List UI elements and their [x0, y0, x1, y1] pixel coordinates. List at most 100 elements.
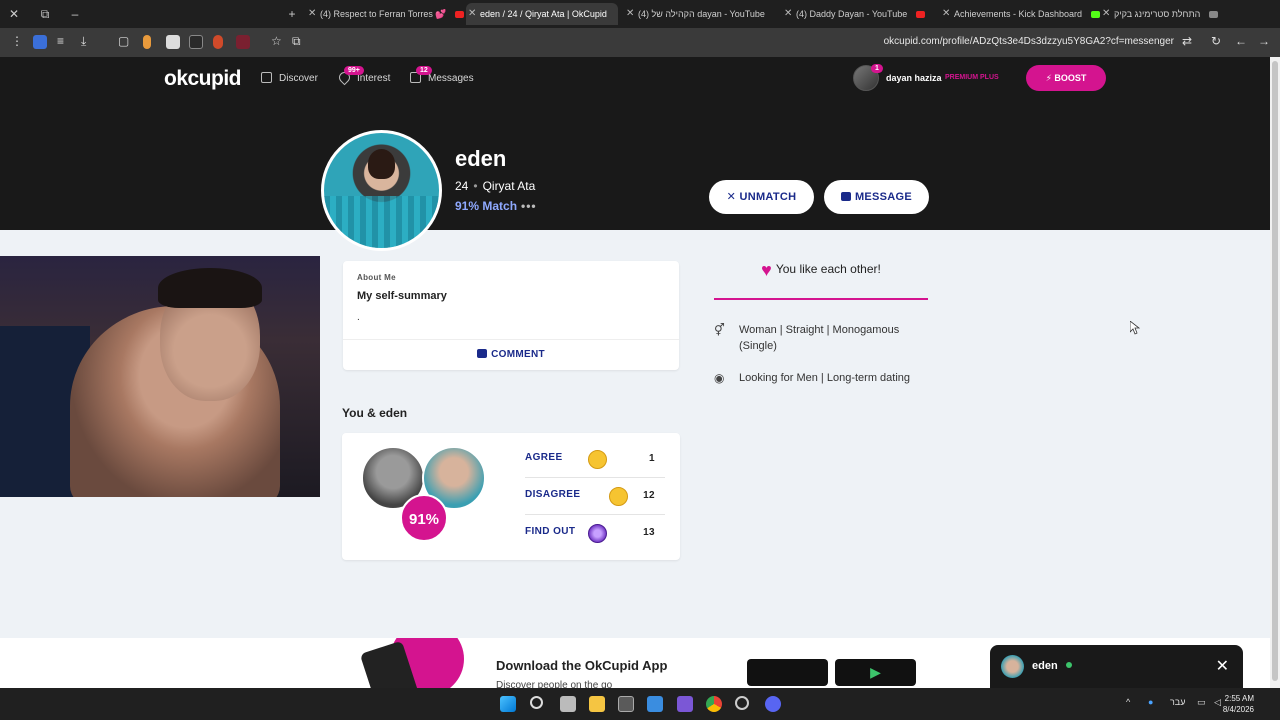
match-percentage: 91% Match ••• [455, 199, 537, 213]
agree-row[interactable]: AGREE 1 [525, 450, 665, 469]
crystal-ball-icon [588, 524, 607, 543]
boost-button[interactable]: ⚡ BOOST [1026, 65, 1106, 91]
back-icon[interactable]: ← [1235, 34, 1247, 48]
input-language[interactable]: עבר [1170, 697, 1185, 707]
search-icon[interactable] [530, 696, 543, 709]
find-out-label: FIND OUT [525, 526, 576, 537]
mouse-cursor-icon [1130, 321, 1140, 335]
tab-close-icon[interactable]: ✕ [308, 3, 316, 25]
find-out-row[interactable]: FIND OUT 13 [525, 524, 665, 543]
disagree-row[interactable]: DISAGREE 12 [525, 487, 665, 506]
discover-icon [261, 72, 272, 83]
gender-icon: ⚥ [714, 323, 725, 337]
reload-icon[interactable]: ↻ [1211, 34, 1221, 48]
tray-chevron-icon[interactable]: ^ [1126, 697, 1130, 707]
page-scrollbar[interactable] [1270, 57, 1280, 688]
more-options-icon[interactable]: ••• [521, 199, 537, 213]
profile-location: Qiryat Ata [482, 179, 536, 193]
chat-popup[interactable]: eden ✕ [990, 645, 1243, 688]
tab-close-icon[interactable]: ✕ [1102, 3, 1110, 25]
heart-icon: ♥ [761, 260, 772, 280]
restore-icon[interactable]: ⧉ [37, 6, 53, 22]
close-window-icon[interactable]: ✕ [6, 6, 22, 22]
compare-card: 91% AGREE 1 DISAGREE 12 FIND OUT 13 [342, 433, 680, 560]
tab-search-icon[interactable]: ⧉ [292, 34, 301, 49]
tab-close-icon[interactable]: ✕ [626, 3, 634, 25]
unmatch-button[interactable]: ✕ UNMATCH [709, 180, 814, 214]
youtube-icon [455, 11, 464, 19]
tab-close-icon[interactable]: ✕ [468, 3, 476, 25]
online-status-icon [1066, 662, 1072, 668]
list-icon[interactable]: ≡ [57, 34, 64, 48]
photo-background [324, 196, 439, 248]
puzzle-icon[interactable]: ▢ [118, 34, 129, 48]
new-tab-icon[interactable]: + [284, 6, 300, 22]
store-icon[interactable] [618, 696, 634, 712]
clock-time: 2:55 AM [1224, 694, 1254, 703]
extension-icon[interactable] [236, 35, 250, 49]
webcam-overlay [0, 256, 320, 497]
nav-discover[interactable]: Discover [261, 72, 318, 84]
scrollbar-thumb[interactable] [1272, 61, 1278, 681]
unmatch-label: UNMATCH [739, 191, 797, 203]
app-icon[interactable] [735, 696, 749, 710]
comment-button[interactable]: COMMENT [343, 349, 679, 360]
agree-label: AGREE [525, 452, 563, 463]
tab-label: (4) Respect to Ferran Torres 💕 [320, 9, 447, 19]
extension-icon[interactable] [143, 35, 151, 49]
disagree-label: DISAGREE [525, 489, 581, 500]
streamer-hair [158, 268, 262, 308]
profile-age: 24 [455, 179, 469, 193]
identity-detail: ⚥ Woman | Straight | Monogamous (Single) [714, 322, 934, 356]
okcupid-logo[interactable]: okcupid [164, 67, 242, 91]
app-store-button[interactable] [747, 659, 828, 686]
tab-okcupid-eden[interactable]: ✕ eden / 24 / Qiryat Ata | OkCupid [466, 3, 618, 25]
chat-name: eden [1032, 660, 1058, 672]
nav-label: Interest [357, 73, 391, 84]
download-icon[interactable]: ⤓ [81, 34, 86, 49]
agree-count: 1 [649, 453, 655, 464]
divider [343, 339, 679, 340]
menu-dots-icon[interactable]: ⋮ [11, 34, 23, 48]
url-text[interactable]: okcupid.com/profile/ADzQts3e4Ds3dzzyu5Y8… [884, 36, 1174, 47]
windows-start-icon[interactable] [500, 696, 516, 712]
message-button[interactable]: MESSAGE [824, 180, 929, 214]
tab-daddy-dayan[interactable]: ✕ (4) Daddy Dayan - YouTube [782, 3, 932, 25]
tab-respect-ferran[interactable]: ✕ (4) Respect to Ferran Torres 💕 [306, 3, 464, 25]
chat-icon [840, 192, 851, 201]
extension-icon[interactable] [166, 35, 180, 49]
google-play-button[interactable]: ▶ [835, 659, 916, 686]
identity-text: Woman | Straight | Monogamous (Single) [739, 324, 900, 352]
profile-photo[interactable] [321, 130, 442, 251]
network-icon[interactable]: ▭ [1197, 697, 1206, 708]
forward-icon[interactable]: → [1258, 34, 1270, 48]
message-label: MESSAGE [854, 191, 913, 203]
chrome-icon[interactable] [706, 696, 722, 712]
close-chat-icon[interactable]: ✕ [1216, 656, 1229, 676]
tab-kick-achievements[interactable]: ✕ Achievements - Kick Dashboard [940, 3, 1100, 25]
tab-dayan-community[interactable]: ✕ (4) הקהילה של dayan - YouTube [624, 3, 774, 25]
microphone-icon[interactable]: ● [1148, 697, 1153, 707]
volume-icon[interactable]: ◁ [1214, 697, 1221, 708]
mutual-like-banner: ♥ You like each other! [714, 260, 928, 281]
app-icon[interactable] [677, 696, 693, 712]
tab-kick-streaming[interactable]: ✕ התחלת סטרימינג בקיק [1100, 3, 1250, 25]
minimize-icon[interactable]: – [67, 6, 83, 22]
kick-icon [1090, 11, 1100, 19]
tab-close-icon[interactable]: ✕ [942, 3, 950, 25]
site-settings-icon[interactable]: ⇄ [1182, 34, 1192, 48]
file-explorer-icon[interactable] [589, 696, 605, 712]
comment-label: COMMENT [491, 349, 545, 360]
discord-icon[interactable] [765, 696, 781, 712]
extension-icon[interactable] [213, 35, 223, 49]
extension-icon[interactable] [33, 35, 47, 49]
photos-icon[interactable] [647, 696, 663, 712]
extension-icon[interactable] [189, 35, 203, 49]
upside-down-emoji-icon [609, 487, 628, 506]
bookmark-star-icon[interactable]: ☆ [271, 34, 282, 48]
tab-close-icon[interactable]: ✕ [784, 3, 792, 25]
download-title: Download the OkCupid App [496, 658, 668, 673]
task-view-icon[interactable] [560, 696, 576, 712]
play-store-icon: ▶ [870, 664, 881, 680]
system-clock[interactable]: 2:55 AM 8/4/2026 [1223, 693, 1254, 715]
